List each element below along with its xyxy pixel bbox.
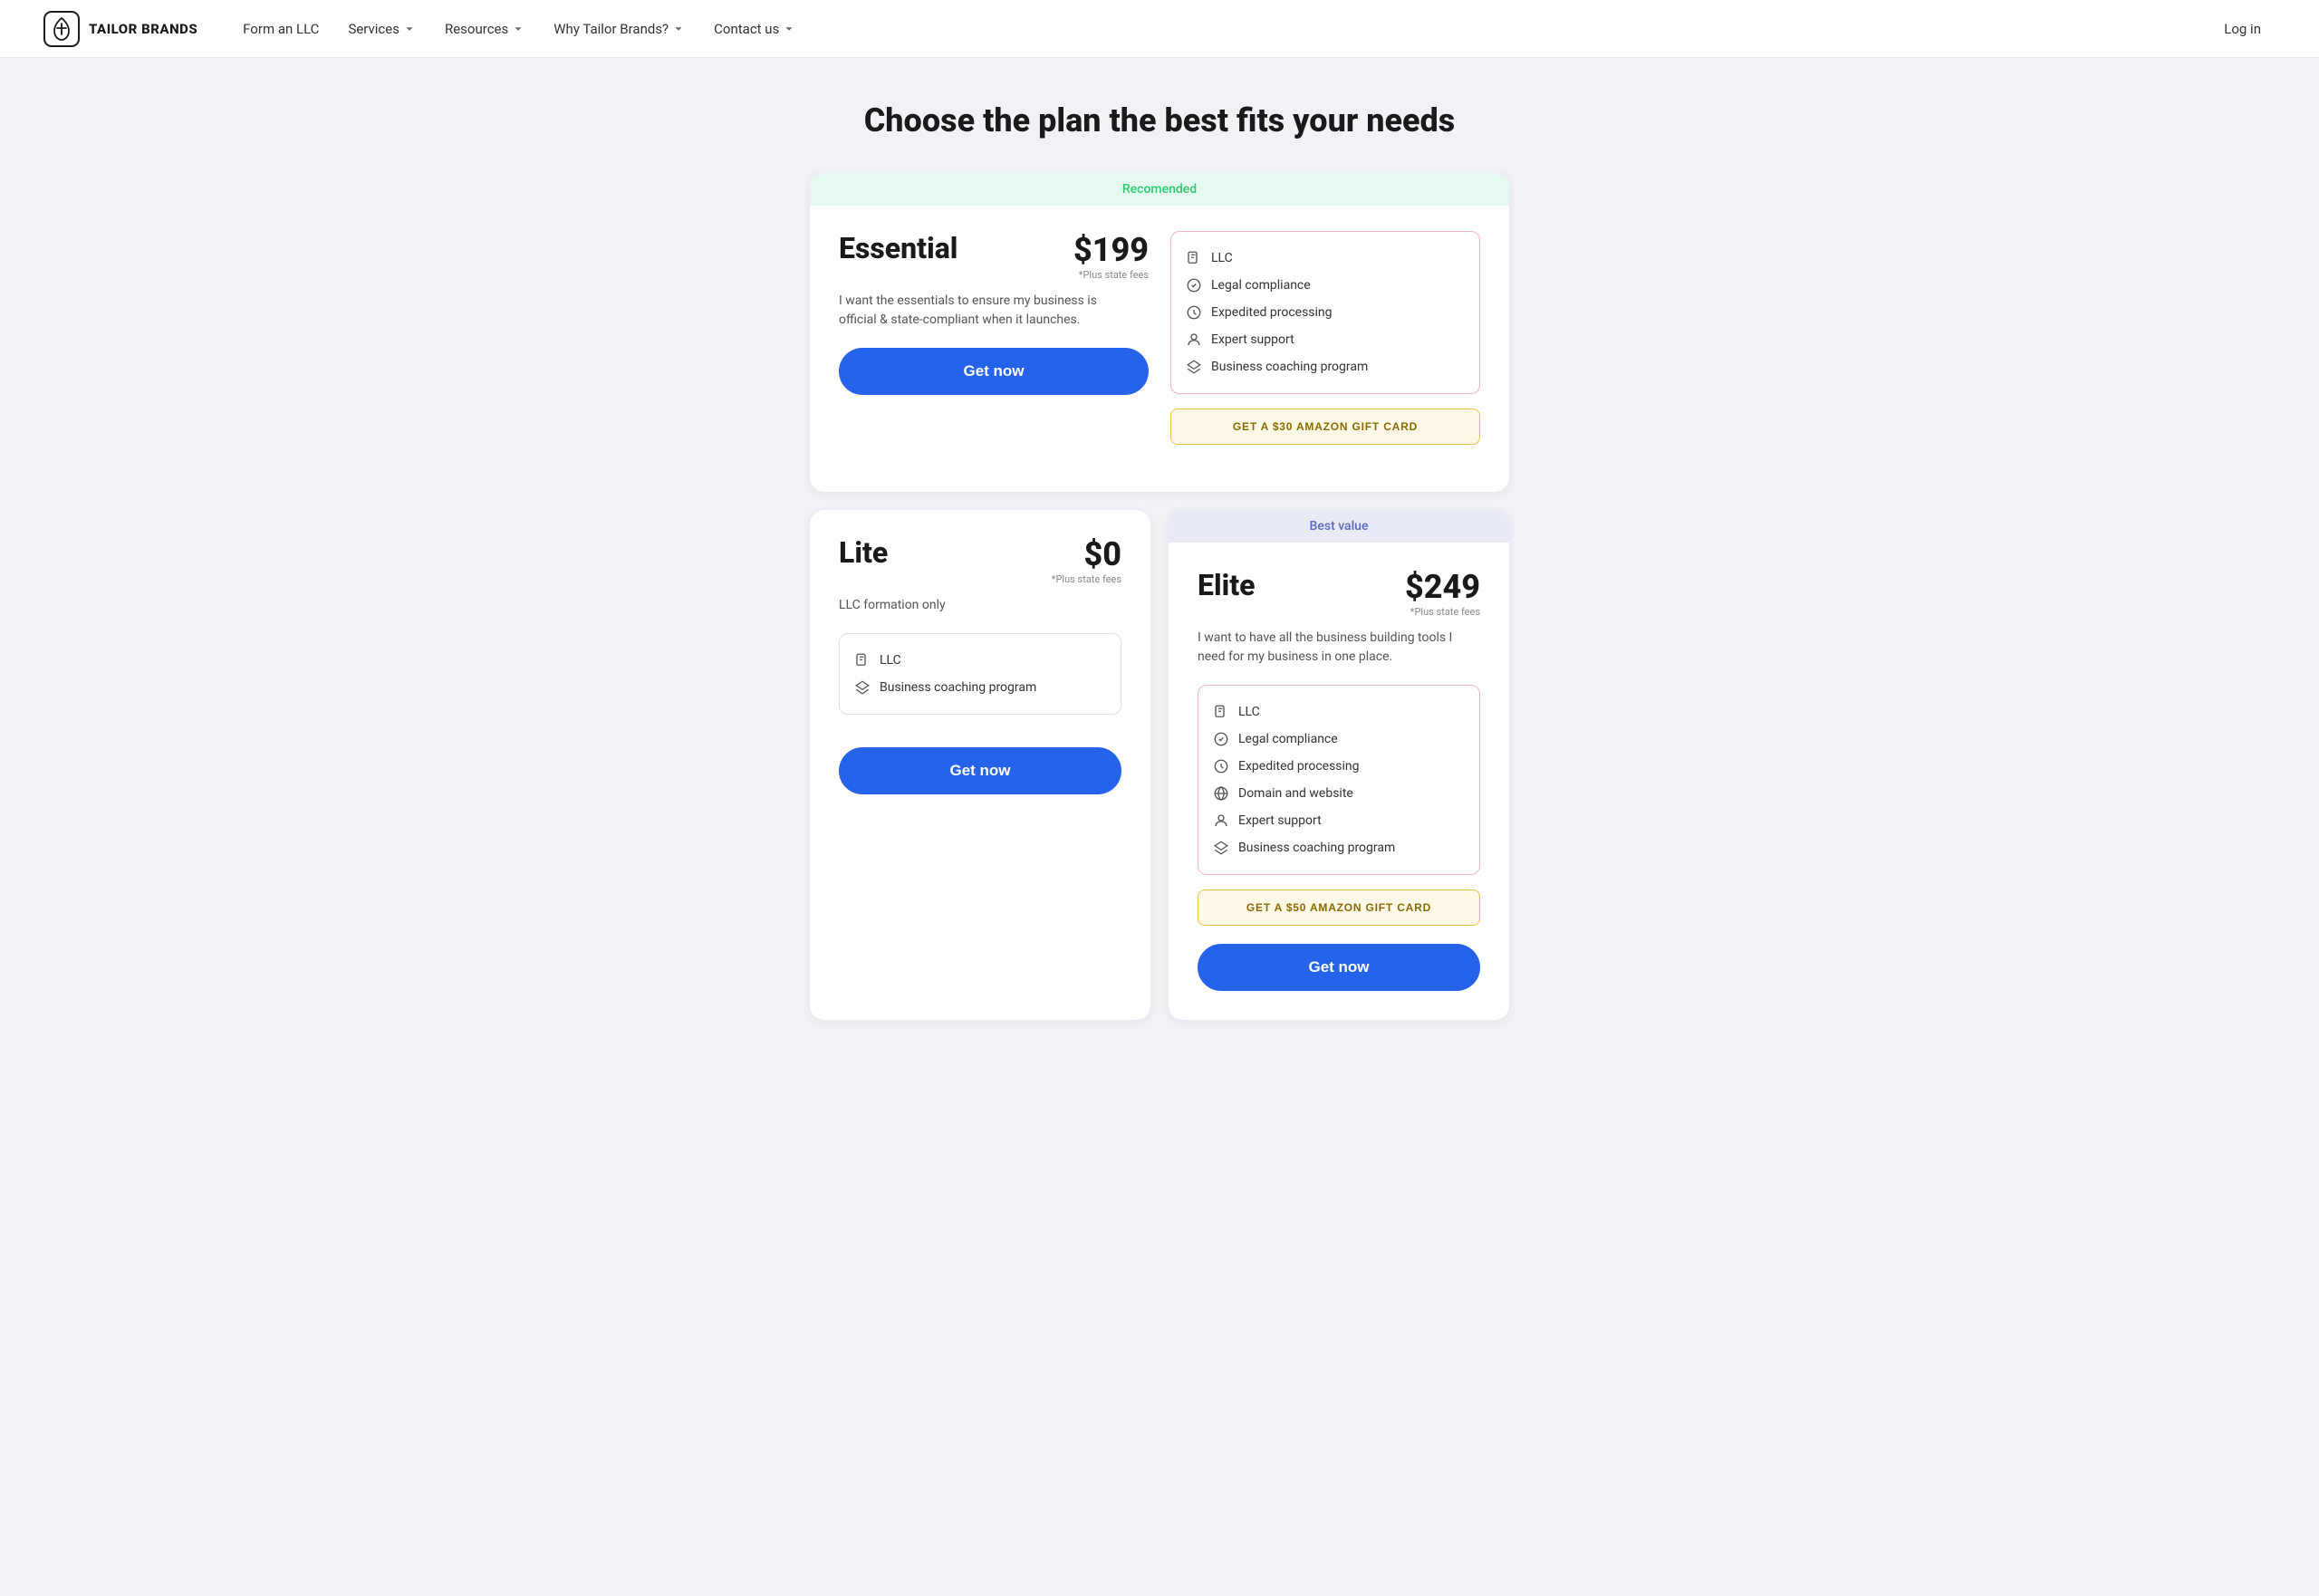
feature-expedited-processing: Expedited processing bbox=[1186, 299, 1465, 326]
lite-price-block: $0 *Plus state fees bbox=[1052, 535, 1121, 585]
essential-features-box: LLC Legal compliance Expedited processin… bbox=[1170, 231, 1480, 394]
lite-feature-coaching: Business coaching program bbox=[854, 674, 1106, 701]
elite-gift-card-button[interactable]: GET A $50 AMAZON GIFT CARD bbox=[1198, 889, 1480, 926]
lite-feature-llc: LLC bbox=[854, 647, 1106, 674]
main-content: Choose the plan the best fits your needs… bbox=[788, 58, 1531, 1074]
essential-name: Essential bbox=[839, 231, 957, 265]
elite-description: I want to have all the business building… bbox=[1198, 629, 1469, 667]
nav-resources[interactable]: Resources bbox=[432, 14, 537, 44]
elite-feature-legal: Legal compliance bbox=[1213, 726, 1465, 753]
lite-description: LLC formation only bbox=[839, 596, 1111, 615]
elite-feature-domain: Domain and website bbox=[1213, 780, 1465, 807]
elite-feature-expedited: Expedited processing bbox=[1213, 753, 1465, 780]
elite-badge: Best value bbox=[1169, 510, 1509, 543]
essential-plan-card: Recomended Essential $199 *Plus state fe… bbox=[810, 173, 1509, 492]
nav-contact-us[interactable]: Contact us bbox=[701, 14, 808, 44]
essential-price-note: *Plus state fees bbox=[1073, 269, 1149, 281]
nav-form-llc[interactable]: Form an LLC bbox=[230, 14, 332, 44]
lite-name: Lite bbox=[839, 535, 888, 570]
login-button[interactable]: Log in bbox=[2209, 14, 2276, 44]
essential-get-now-button[interactable]: Get now bbox=[839, 348, 1149, 395]
elite-plan-card: Best value Elite $249 *Plus state fees I… bbox=[1169, 510, 1509, 1020]
lite-features-box: LLC Business coaching program bbox=[839, 633, 1121, 715]
lite-plan-card: Lite $0 *Plus state fees LLC formation o… bbox=[810, 510, 1150, 1020]
lite-get-now-button[interactable]: Get now bbox=[839, 747, 1121, 794]
elite-price-note: *Plus state fees bbox=[1405, 606, 1480, 618]
elite-card-inner: Elite $249 *Plus state fees I want to ha… bbox=[1169, 543, 1509, 1020]
feature-expert-support: Expert support bbox=[1186, 326, 1465, 353]
feature-legal-compliance: Legal compliance bbox=[1186, 272, 1465, 299]
essential-description: I want the essentials to ensure my busin… bbox=[839, 292, 1111, 330]
essential-header: Essential $199 *Plus state fees bbox=[839, 231, 1149, 281]
essential-badge: Recomended bbox=[810, 173, 1509, 206]
lite-price: $0 bbox=[1083, 535, 1121, 573]
lite-card-inner: Lite $0 *Plus state fees LLC formation o… bbox=[810, 510, 1150, 823]
nav-why-tailor[interactable]: Why Tailor Brands? bbox=[541, 14, 698, 44]
essential-features-side: LLC Legal compliance Expedited processin… bbox=[1170, 231, 1480, 463]
brand-name: TAILOR BRANDS bbox=[89, 21, 197, 37]
lite-header: Lite $0 *Plus state fees bbox=[839, 535, 1121, 585]
nav-links: Form an LLC Services Resources Why Tailo… bbox=[230, 14, 2209, 44]
elite-get-now-button[interactable]: Get now bbox=[1198, 944, 1480, 991]
essential-price: $199 bbox=[1073, 231, 1149, 269]
bottom-plans-section: Lite $0 *Plus state fees LLC formation o… bbox=[810, 510, 1509, 1020]
elite-price: $249 bbox=[1405, 568, 1480, 606]
navbar: TAILOR BRANDS Form an LLC Services Resou… bbox=[0, 0, 2319, 58]
elite-header: Elite $249 *Plus state fees bbox=[1198, 568, 1480, 618]
elite-name: Elite bbox=[1198, 568, 1256, 602]
elite-feature-support: Expert support bbox=[1213, 807, 1465, 834]
elite-features-box: LLC Legal compliance Expedited processin… bbox=[1198, 685, 1480, 875]
essential-price-block: $199 *Plus state fees bbox=[1073, 231, 1149, 281]
feature-business-coaching: Business coaching program bbox=[1186, 353, 1465, 380]
feature-llc: LLC bbox=[1186, 245, 1465, 272]
lite-price-note: *Plus state fees bbox=[1052, 573, 1121, 585]
essential-card-inner: Essential $199 *Plus state fees I want t… bbox=[810, 206, 1509, 492]
brand-logo[interactable]: TAILOR BRANDS bbox=[43, 11, 197, 47]
elite-feature-coaching: Business coaching program bbox=[1213, 834, 1465, 861]
page-title: Choose the plan the best fits your needs bbox=[810, 101, 1509, 140]
essential-plan-section: Recomended Essential $199 *Plus state fe… bbox=[810, 173, 1509, 492]
nav-services[interactable]: Services bbox=[335, 14, 428, 44]
essential-gift-card-button[interactable]: GET A $30 AMAZON GIFT CARD bbox=[1170, 409, 1480, 445]
elite-price-block: $249 *Plus state fees bbox=[1405, 568, 1480, 618]
elite-feature-llc: LLC bbox=[1213, 698, 1465, 726]
